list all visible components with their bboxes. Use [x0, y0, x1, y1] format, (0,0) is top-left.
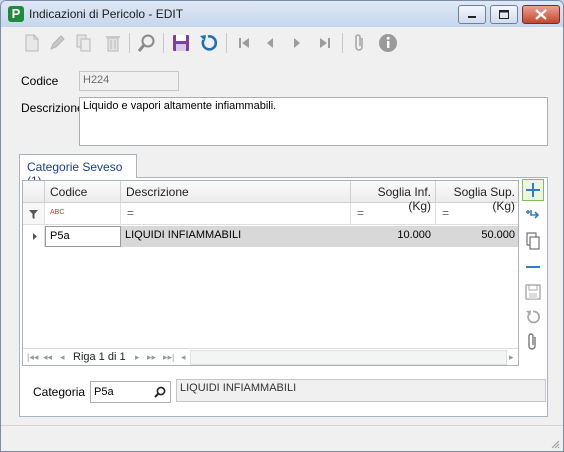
status-bar: [1, 425, 563, 451]
toolbar-separator: [163, 33, 164, 53]
minimize-icon: [468, 16, 476, 18]
lookup-search-icon[interactable]: [153, 385, 167, 399]
undo-icon: [200, 35, 218, 51]
pager-next-icon[interactable]: ▸: [135, 352, 140, 363]
close-icon: [535, 9, 547, 20]
save-row-icon: [525, 284, 541, 300]
next-record-button[interactable]: [286, 32, 308, 54]
filter-icon: [29, 210, 38, 219]
pager-next-page-icon[interactable]: ▸▸: [147, 352, 156, 363]
new-button[interactable]: [21, 32, 43, 54]
maximize-icon: [499, 10, 509, 19]
filter-cell-soglia-sup[interactable]: =: [436, 203, 518, 225]
codice-label: Codice: [21, 74, 59, 88]
save-button[interactable]: [170, 32, 192, 54]
pager-prev-icon[interactable]: ◂: [60, 352, 65, 363]
descrizione-field[interactable]: Liquido e vapori altamente infiammabili.: [79, 97, 548, 146]
scroll-left-icon[interactable]: ◂: [181, 352, 186, 363]
previous-record-button[interactable]: [259, 32, 281, 54]
toolbar-separator: [129, 33, 130, 53]
undo-row-icon: [526, 310, 541, 324]
duplicate-row-button[interactable]: [522, 230, 544, 252]
plus-icon: [526, 183, 540, 197]
first-icon: [239, 38, 249, 48]
filter-cell-descrizione[interactable]: =: [121, 203, 351, 225]
column-header-descrizione[interactable]: Descrizione: [121, 181, 351, 203]
attach-icon: [355, 34, 363, 51]
copy-icon: [76, 34, 91, 52]
horizontal-scrollbar[interactable]: [190, 350, 507, 365]
attach-row-button[interactable]: [522, 331, 544, 353]
main-window: P Indicazioni di Pericolo - EDIT Codice …: [0, 0, 564, 452]
row-indicator[interactable]: [23, 226, 45, 247]
categoria-label: Categoria: [33, 385, 86, 399]
tab-categorie-seveso[interactable]: Categorie Seveso (1): [19, 154, 137, 188]
attach-button[interactable]: [349, 32, 371, 54]
app-icon: P: [8, 6, 24, 22]
categoria-description-field: LIQUIDI INFIAMMABILI: [176, 379, 546, 402]
insert-row-button[interactable]: [522, 204, 544, 226]
pager-first-icon[interactable]: |◂◂: [27, 352, 38, 363]
pager-last-icon[interactable]: ▸▸|: [163, 352, 174, 363]
descrizione-label: Descrizione: [21, 101, 84, 115]
toolbar: [9, 30, 557, 58]
pager-prev-page-icon[interactable]: ◂◂: [43, 352, 52, 363]
table-cell-soglia-sup[interactable]: 50.000: [436, 226, 518, 247]
prev-icon: [267, 38, 273, 48]
pager-status: Riga 1 di 1: [73, 351, 126, 363]
search-button[interactable]: [136, 32, 158, 54]
categorie-grid: Codice Descrizione Soglia Inf. (Kg) Sogl…: [22, 180, 519, 366]
grid-pager: |◂◂ ◂◂ ◂ Riga 1 di 1 ▸ ▸▸ ▸▸| ◂ ▸: [23, 348, 518, 365]
edit-button[interactable]: [46, 32, 68, 54]
categoria-value: P5a: [94, 386, 114, 398]
first-record-button[interactable]: [233, 32, 255, 54]
edit-icon: [50, 35, 65, 50]
filter-cell-soglia-inf[interactable]: =: [351, 203, 436, 225]
save-row-button[interactable]: [522, 281, 544, 303]
column-header-soglia-sup[interactable]: Soglia Sup. (Kg): [436, 181, 518, 213]
undo-row-button[interactable]: [522, 306, 544, 328]
new-icon: [25, 34, 39, 52]
current-row-icon: [33, 233, 37, 240]
toolbar-separator: [226, 33, 227, 53]
column-header-codice[interactable]: Codice: [45, 181, 121, 203]
add-row-button[interactable]: [522, 179, 544, 201]
codice-field[interactable]: H224: [79, 71, 179, 91]
minimize-button[interactable]: [458, 5, 486, 24]
info-button[interactable]: [377, 32, 399, 54]
remove-row-button[interactable]: [522, 256, 544, 278]
last-icon: [320, 38, 330, 48]
table-cell-descrizione[interactable]: LIQUIDI INFIAMMABILI: [121, 226, 351, 247]
undo-button[interactable]: [197, 32, 219, 54]
save-icon: [173, 35, 189, 51]
duplicate-icon: [526, 232, 540, 250]
column-header-soglia-inf[interactable]: Soglia Inf. (Kg): [351, 181, 436, 213]
minus-icon: [526, 266, 540, 268]
copy-button[interactable]: [73, 32, 95, 54]
toolbar-separator: [342, 33, 343, 53]
categoria-field[interactable]: P5a: [90, 381, 171, 403]
table-cell-codice[interactable]: P5a: [45, 226, 121, 247]
close-button[interactable]: [522, 5, 560, 24]
filter-cell-codice[interactable]: ABC: [45, 203, 121, 225]
delete-button[interactable]: [102, 32, 124, 54]
delete-icon: [106, 36, 120, 52]
resize-grip-icon[interactable]: [550, 439, 560, 449]
last-record-button[interactable]: [314, 32, 336, 54]
table-cell-soglia-inf[interactable]: 10.000: [351, 226, 436, 247]
paperclip-icon: [528, 333, 536, 350]
filter-abc-icon: ABC: [50, 209, 65, 216]
window-title: Indicazioni di Pericolo - EDIT: [29, 7, 184, 21]
next-icon: [294, 38, 300, 48]
title-bar: P Indicazioni di Pericolo - EDIT: [1, 1, 563, 27]
filter-row-indicator: [23, 203, 45, 225]
info-icon: [379, 34, 397, 52]
row-indicator-header: [23, 181, 45, 203]
search-icon: [137, 34, 155, 52]
scroll-right-icon[interactable]: ▸: [509, 352, 514, 363]
maximize-button[interactable]: [490, 5, 518, 24]
insert-row-icon: [526, 210, 540, 219]
